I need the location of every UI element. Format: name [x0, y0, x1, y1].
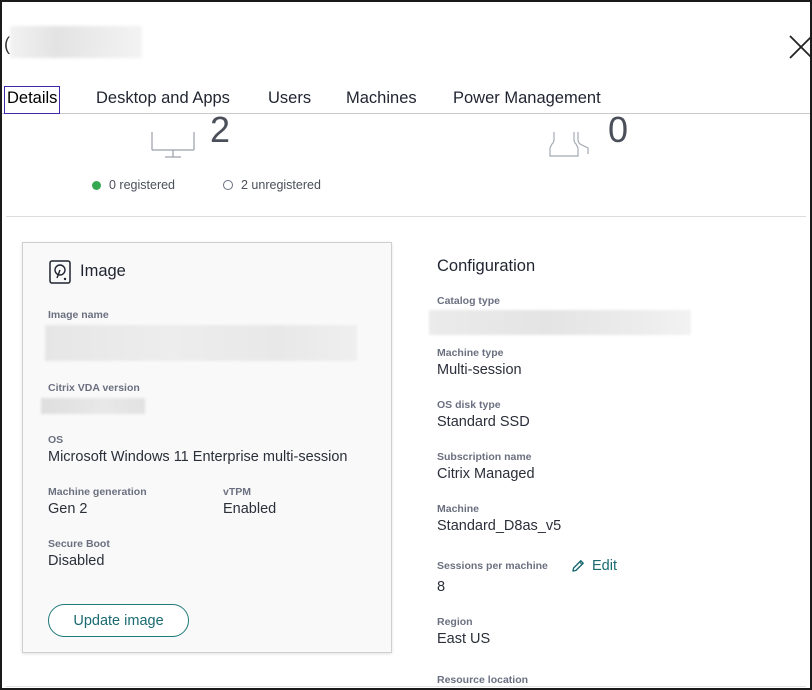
- update-image-button[interactable]: Update image: [48, 604, 189, 637]
- users-icon: [549, 132, 589, 157]
- sessions-count: 0: [608, 114, 629, 150]
- subscription-label: Subscription name: [437, 451, 532, 463]
- os-value: Microsoft Windows 11 Enterprise multi-se…: [48, 449, 348, 465]
- image-card: Image Image name Citrix VDA version OS M…: [22, 242, 392, 653]
- monitor-icon: [151, 132, 195, 158]
- registered-dot-icon: [92, 180, 101, 190]
- tab-details[interactable]: Details: [4, 86, 61, 114]
- tab-machines[interactable]: Machines: [346, 86, 417, 114]
- image-name-label: Image name: [48, 309, 109, 321]
- os-label: OS: [48, 434, 64, 446]
- vda-version-value-redacted: [41, 398, 145, 414]
- configuration-title: Configuration: [437, 257, 536, 275]
- machine-label: Machine: [437, 503, 480, 515]
- image-name-value-redacted: [45, 325, 357, 361]
- tab-desktop-and-apps[interactable]: Desktop and Apps: [96, 86, 230, 114]
- registered-label: 0 registered: [109, 178, 176, 192]
- subscription-value: Citrix Managed: [437, 466, 535, 482]
- resource-location-label: Resource location: [437, 674, 529, 686]
- secure-boot-value: Disabled: [48, 553, 105, 569]
- unregistered-dot-icon: [223, 180, 233, 190]
- edit-label: Edit: [592, 558, 617, 574]
- image-card-title: Image: [80, 262, 126, 280]
- region-label: Region: [437, 616, 473, 628]
- machines-count-clip: 2: [206, 114, 246, 156]
- sessions-count-clip: 0: [604, 114, 644, 156]
- registered-status: 0 registered: [92, 178, 175, 192]
- details-panel: ( Details Desktop and Apps Users Machine…: [0, 0, 812, 690]
- catalog-title-redacted: [10, 26, 142, 58]
- bottom-divider: [6, 686, 806, 687]
- region-value: East US: [437, 631, 491, 647]
- vtpm-value: Enabled: [223, 501, 277, 517]
- machine-generation-value: Gen 2: [48, 501, 88, 517]
- tab-power-management[interactable]: Power Management: [453, 86, 601, 114]
- vtpm-label: vTPM: [223, 486, 252, 498]
- tab-users[interactable]: Users: [268, 86, 311, 114]
- machine-value: Standard_D8as_v5: [437, 518, 562, 534]
- sessions-per-machine-label: Sessions per machine: [437, 560, 548, 572]
- tab-bar: Details Desktop and Apps Users Machines …: [2, 86, 810, 114]
- edit-sessions-link[interactable]: Edit: [571, 558, 617, 574]
- os-disk-type-value: Standard SSD: [437, 414, 530, 430]
- section-divider: [6, 216, 806, 217]
- vda-version-label: Citrix VDA version: [48, 382, 140, 394]
- machine-generation-label: Machine generation: [48, 486, 147, 498]
- secure-boot-label: Secure Boot: [48, 538, 110, 550]
- unregistered-label: 2 unregistered: [241, 178, 321, 192]
- os-disk-type-label: OS disk type: [437, 399, 501, 411]
- sessions-per-machine-value: 8: [437, 579, 446, 595]
- machine-type-label: Machine type: [437, 347, 504, 359]
- catalog-type-label: Catalog type: [437, 295, 501, 307]
- unregistered-status: 2 unregistered: [223, 178, 321, 192]
- catalog-title-char: (: [4, 34, 10, 54]
- disk-image-icon: [49, 260, 71, 284]
- close-icon[interactable]: [788, 34, 812, 60]
- machine-type-value: Multi-session: [437, 362, 522, 378]
- catalog-type-value-redacted: [429, 310, 691, 335]
- machines-count: 2: [210, 114, 231, 150]
- pencil-icon: [572, 560, 584, 572]
